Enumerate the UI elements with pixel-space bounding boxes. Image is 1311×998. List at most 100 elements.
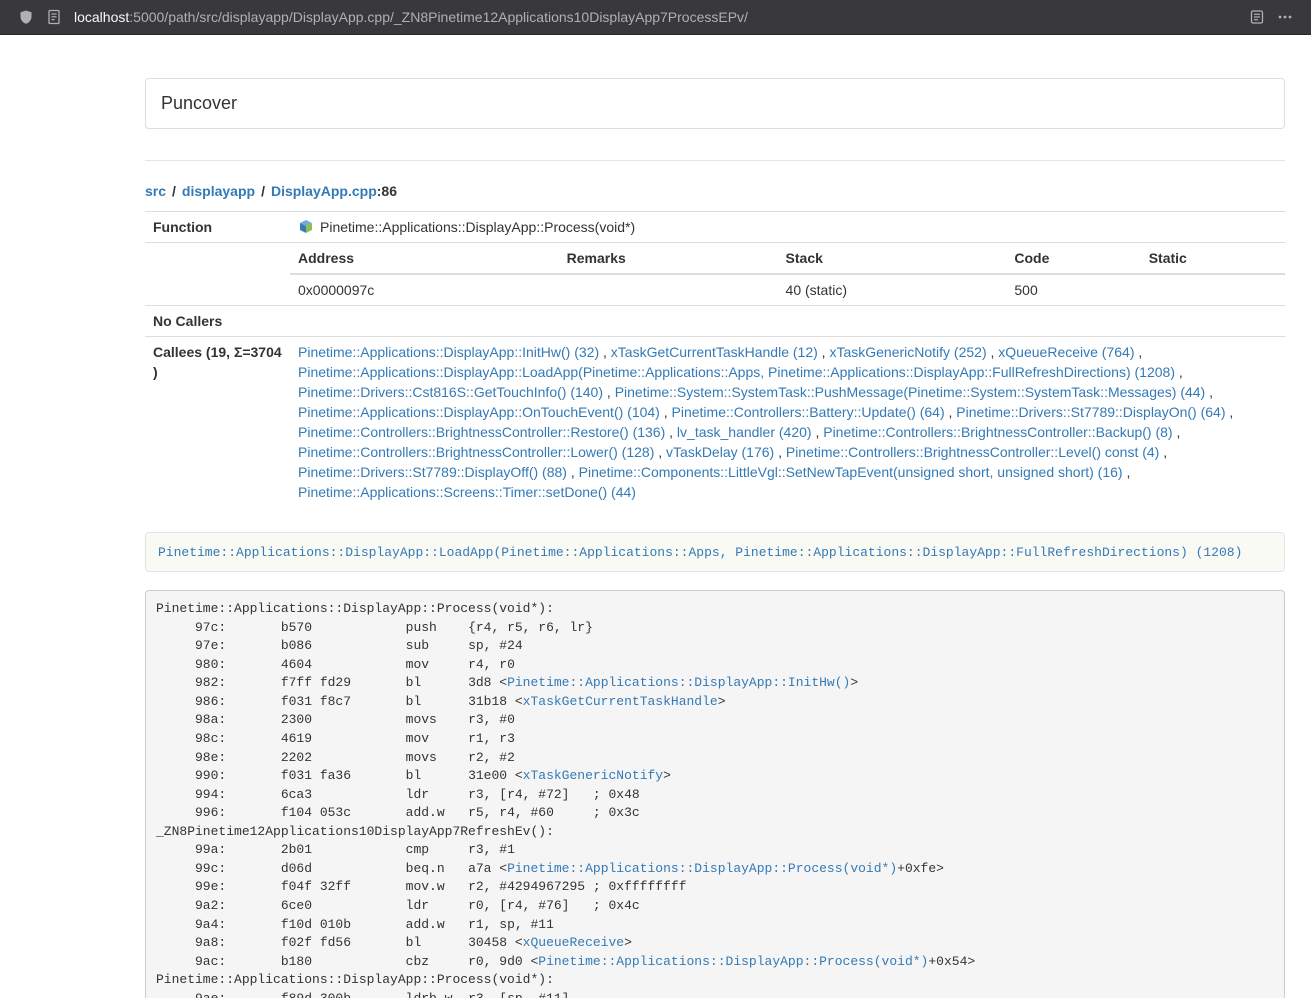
symbol-link[interactable]: xTaskGetCurrentTaskHandle: [523, 694, 718, 709]
callees-row: Callees (19, Σ=3704 ) Pinetime::Applicat…: [145, 337, 1285, 508]
no-callers-label: No Callers: [145, 306, 290, 337]
breadcrumb-line-number: :86: [377, 183, 397, 199]
callee-link[interactable]: Pinetime::Drivers::St7789::DisplayOff() …: [298, 464, 567, 480]
callee-separator: ,: [774, 444, 786, 460]
asm-line: 98a: 2300 movs r3, #0: [156, 711, 1274, 730]
callee-link[interactable]: Pinetime::Controllers::BrightnessControl…: [298, 424, 665, 440]
function-icon: [298, 219, 314, 235]
callee-link[interactable]: xTaskGetCurrentTaskHandle (12): [611, 344, 818, 360]
asm-line: _ZN8Pinetime12Applications10DisplayApp7R…: [156, 823, 1274, 842]
breadcrumb-separator: /: [172, 183, 176, 199]
url-path: :5000/path/src/displayapp/DisplayApp.cpp…: [129, 9, 748, 25]
breadcrumb: src / displayapp / DisplayApp.cpp:86: [145, 182, 1285, 200]
callee-link[interactable]: Pinetime::Applications::DisplayApp::Init…: [298, 344, 599, 360]
reader-mode-icon[interactable]: [1243, 3, 1271, 31]
symbol-link[interactable]: Pinetime::Applications::DisplayApp::Proc…: [507, 861, 897, 876]
browser-address-bar[interactable]: localhost:5000/path/src/displayapp/Displ…: [0, 0, 1311, 35]
address-header: Address: [290, 243, 559, 274]
function-name-cell: Pinetime::Applications::DisplayApp::Proc…: [290, 212, 1285, 243]
breadcrumb-link-displayapp[interactable]: displayapp: [182, 183, 255, 199]
callee-link[interactable]: xQueueReceive (764): [998, 344, 1134, 360]
page-title: Puncover: [161, 93, 1269, 114]
no-callers-row: No Callers: [145, 306, 1285, 337]
asm-line: 982: f7ff fd29 bl 3d8 <Pinetime::Applica…: [156, 674, 1274, 693]
callee-link[interactable]: Pinetime::Controllers::Battery::Update()…: [672, 404, 945, 420]
no-callers-cell: [290, 306, 1285, 337]
asm-line: 99a: 2b01 cmp r3, #1: [156, 841, 1274, 860]
function-name: Pinetime::Applications::DisplayApp::Proc…: [320, 219, 635, 235]
asm-line: 986: f031 f8c7 bl 31b18 <xTaskGetCurrent…: [156, 693, 1274, 712]
breadcrumb-link-file[interactable]: DisplayApp.cpp: [271, 183, 377, 199]
callee-separator: ,: [567, 464, 579, 480]
asm-line: 9ac: b180 cbz r0, 9d0 <Pinetime::Applica…: [156, 953, 1274, 972]
callee-separator: ,: [654, 444, 666, 460]
callee-link[interactable]: Pinetime::System::SystemTask::PushMessag…: [615, 384, 1206, 400]
callee-link[interactable]: xTaskGenericNotify (252): [829, 344, 986, 360]
callee-separator: ,: [1123, 464, 1131, 480]
function-row: Function Pinetime::Applications::Display…: [145, 212, 1285, 243]
function-details-table: Function Pinetime::Applications::Display…: [145, 211, 1285, 507]
callee-separator: ,: [603, 384, 615, 400]
callee-separator: ,: [599, 344, 611, 360]
callee-link[interactable]: Pinetime::Controllers::BrightnessControl…: [298, 444, 654, 460]
symbol-link[interactable]: xTaskGenericNotify: [523, 768, 663, 783]
asm-line: Pinetime::Applications::DisplayApp::Proc…: [156, 971, 1274, 990]
symbol-link[interactable]: xQueueReceive: [523, 935, 624, 950]
stats-value-row: 0x0000097c 40 (static) 500: [290, 274, 1285, 305]
callees-label: Callees (19, Σ=3704 ): [145, 337, 290, 508]
static-value: [1141, 274, 1285, 305]
callee-separator: ,: [1134, 344, 1142, 360]
callee-link[interactable]: Pinetime::Components::LittleVgl::SetNewT…: [579, 464, 1123, 480]
url-input[interactable]: localhost:5000/path/src/displayapp/Displ…: [74, 9, 1243, 25]
asm-line: 99e: f04f 32ff mov.w r2, #4294967295 ; 0…: [156, 878, 1274, 897]
callee-link[interactable]: Pinetime::Applications::DisplayApp::Load…: [298, 364, 1175, 380]
callee-separator: ,: [1205, 384, 1213, 400]
callee-link[interactable]: Pinetime::Controllers::BrightnessControl…: [786, 444, 1159, 460]
more-options-icon[interactable]: [1271, 3, 1299, 31]
asm-line: 9ae: f89d 300b ldrb.w r3, [sp, #11]: [156, 990, 1274, 998]
symbol-link[interactable]: Pinetime::Applications::DisplayApp::Init…: [507, 675, 850, 690]
callee-separator: ,: [1175, 364, 1183, 380]
breadcrumb-link-src[interactable]: src: [145, 183, 166, 199]
asm-line: 990: f031 fa36 bl 31e00 <xTaskGenericNot…: [156, 767, 1274, 786]
static-header: Static: [1141, 243, 1285, 274]
page-info-icon[interactable]: [40, 3, 68, 31]
asm-line: Pinetime::Applications::DisplayApp::Proc…: [156, 600, 1274, 619]
callee-link[interactable]: Pinetime::Drivers::Cst816S::GetTouchInfo…: [298, 384, 603, 400]
breadcrumb-separator: /: [261, 183, 265, 199]
asm-line: 996: f104 053c add.w r5, r4, #60 ; 0x3c: [156, 804, 1274, 823]
callee-separator: ,: [660, 404, 672, 420]
stats-table: Address Remarks Stack Code Static 0x0000…: [290, 243, 1285, 305]
highlighted-callee-link[interactable]: Pinetime::Applications::DisplayApp::Load…: [158, 545, 1242, 560]
callee-separator: ,: [987, 344, 999, 360]
stack-value: 40 (static): [778, 274, 1007, 305]
callee-separator: ,: [812, 424, 824, 440]
asm-line: 99c: d06d beq.n a7a <Pinetime::Applicati…: [156, 860, 1274, 879]
callee-link[interactable]: vTaskDelay (176): [666, 444, 774, 460]
code-header: Code: [1006, 243, 1140, 274]
callee-link[interactable]: Pinetime::Controllers::BrightnessControl…: [823, 424, 1172, 440]
callee-link[interactable]: Pinetime::Applications::DisplayApp::OnTo…: [298, 404, 660, 420]
symbol-link[interactable]: Pinetime::Applications::DisplayApp::Proc…: [538, 954, 928, 969]
puncover-header-panel: Puncover: [145, 78, 1285, 129]
asm-line: 97e: b086 sub sp, #24: [156, 637, 1274, 656]
callee-separator: ,: [1173, 424, 1181, 440]
callee-separator: ,: [818, 344, 830, 360]
stack-header: Stack: [778, 243, 1007, 274]
stats-row-label: [145, 243, 290, 306]
callee-link[interactable]: Pinetime::Applications::Screens::Timer::…: [298, 484, 636, 500]
disassembly-code: Pinetime::Applications::DisplayApp::Proc…: [145, 590, 1285, 998]
shield-icon[interactable]: [12, 3, 40, 31]
callee-link[interactable]: Pinetime::Drivers::St7789::DisplayOn() (…: [956, 404, 1225, 420]
asm-line: 9a4: f10d 010b add.w r1, sp, #11: [156, 916, 1274, 935]
callees-list: Pinetime::Applications::DisplayApp::Init…: [290, 337, 1285, 508]
function-row-label: Function: [145, 212, 290, 243]
callee-link[interactable]: lv_task_handler (420): [677, 424, 812, 440]
callee-separator: ,: [665, 424, 677, 440]
stats-header-row: Address Remarks Stack Code Static: [290, 243, 1285, 274]
callee-separator: ,: [945, 404, 957, 420]
code-value: 500: [1006, 274, 1140, 305]
stats-row: Address Remarks Stack Code Static 0x0000…: [145, 243, 1285, 306]
callee-separator: ,: [1159, 444, 1167, 460]
remarks-header: Remarks: [559, 243, 778, 274]
